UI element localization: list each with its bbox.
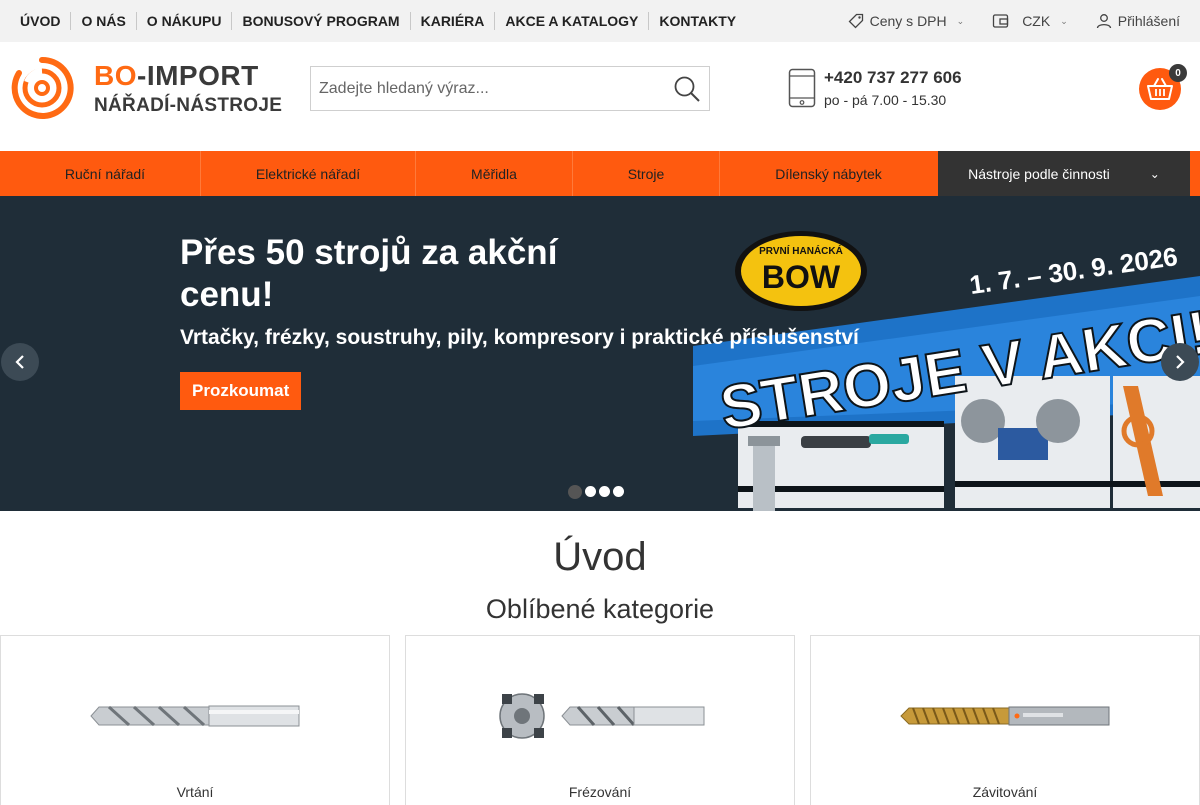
category-card-image — [811, 686, 1199, 746]
phone-number: +420 737 277 606 — [824, 68, 962, 87]
drill-bit-icon — [90, 705, 300, 727]
category-card-label: Závitování — [972, 784, 1038, 800]
carousel-next-button[interactable] — [1161, 343, 1199, 381]
price-tag-icon — [848, 13, 863, 29]
category-by-activity-label: Nástroje podle činnosti — [968, 165, 1110, 182]
carousel-dot-2[interactable] — [585, 486, 596, 497]
logo-import: IMPORT — [146, 59, 259, 91]
category-by-activity-dropdown[interactable]: Nástroje podle činnosti ⌄ — [938, 151, 1190, 196]
cart-button[interactable]: 0 — [1139, 64, 1187, 110]
chevron-down-icon: ⌄ — [1060, 15, 1068, 26]
category-stroje[interactable]: Stroje — [572, 151, 719, 196]
prices-vat-label: Ceny s DPH — [869, 13, 947, 29]
hero-banner: PRVNÍ HANÁCKÁ BOW 1. 7. – 30. 9. 2026 ST… — [0, 196, 1200, 511]
category-card-frezovani[interactable]: Frézování — [405, 635, 795, 805]
topnav-o-nas[interactable]: O NÁS — [70, 12, 135, 30]
top-bar: ÚVOD O NÁS O NÁKUPU BONUSOVÝ PROGRAM KAR… — [0, 0, 1200, 42]
cart-count-badge: 0 — [1169, 64, 1187, 82]
topnav-bonusovy-program[interactable]: BONUSOVÝ PROGRAM — [231, 12, 409, 30]
milling-cutter-icon — [499, 693, 705, 739]
currency-dropdown[interactable]: CZK ⌄ — [992, 13, 1068, 29]
category-card-label: Vrtání — [176, 784, 214, 800]
hero-subtitle: Vrtačky, frézky, soustruhy, pily, kompre… — [180, 326, 859, 349]
search-box — [310, 66, 710, 111]
category-card-image — [406, 686, 794, 746]
logo-text: BO-IMPORT NÁŘADÍ-NÁSTROJE — [94, 59, 283, 116]
category-elektricke-naradi[interactable]: Elektrické nářadí — [200, 151, 415, 196]
category-meridla[interactable]: Měřidla — [415, 151, 572, 196]
contact-phone[interactable]: +420 737 277 606 po - pá 7.00 - 15.30 — [788, 68, 962, 108]
logo[interactable]: BO-IMPORT NÁŘADÍ-NÁSTROJE — [10, 56, 282, 120]
category-card-vrtani[interactable]: Vrtání — [0, 635, 390, 805]
topnav-kontakty[interactable]: KONTAKTY — [648, 12, 746, 30]
category-card-image — [1, 686, 389, 746]
promo-brand-top: PRVNÍ HANÁCKÁ — [759, 244, 843, 257]
carousel-prev-button[interactable] — [1, 343, 39, 381]
section-title: Oblíbené kategorie — [485, 594, 715, 624]
category-rucni-naradi[interactable]: Ruční nářadí — [10, 151, 200, 196]
top-nav: ÚVOD O NÁS O NÁKUPU BONUSOVÝ PROGRAM KAR… — [20, 12, 746, 30]
carousel-dots — [568, 485, 624, 499]
logo-mark-icon — [11, 56, 74, 119]
topnav-kariera[interactable]: KARIÉRA — [409, 12, 495, 30]
wallet-icon — [993, 14, 1009, 28]
prices-vat-dropdown[interactable]: Ceny s DPH ⌄ — [848, 13, 965, 29]
logo-tagline: NÁŘADÍ-NÁSTROJE — [94, 94, 283, 116]
page-title: Úvod — [553, 535, 647, 579]
explore-button[interactable]: Prozkoumat — [180, 372, 302, 410]
chevron-down-icon: ⌄ — [1149, 166, 1160, 181]
category-nav: Ruční nářadí Elektrické nářadí Měřidla S… — [0, 151, 1200, 196]
login-label: Přihlášení — [1117, 13, 1180, 29]
chevron-right-icon — [1176, 355, 1185, 369]
user-icon — [1096, 14, 1111, 29]
search-button[interactable] — [665, 67, 709, 110]
opening-hours: po - pá 7.00 - 15.30 — [824, 92, 947, 108]
topnav-o-nakupu[interactable]: O NÁKUPU — [135, 12, 232, 30]
carousel-dot-1[interactable] — [568, 485, 582, 499]
top-right-tools: Ceny s DPH ⌄ CZK ⌄ Přihlášení — [848, 13, 1180, 29]
search-input[interactable] — [311, 67, 665, 110]
category-card-zavitovani[interactable]: Závitování — [810, 635, 1200, 805]
chevron-left-icon — [15, 355, 24, 369]
category-dilensky-nabytek[interactable]: Dílenský nábytek — [719, 151, 937, 196]
topnav-uvod[interactable]: ÚVOD — [20, 12, 70, 30]
carousel-dot-3[interactable] — [599, 486, 610, 497]
chevron-down-icon: ⌄ — [956, 15, 965, 26]
hero-title: Přes 50 strojů za akční cenu! — [180, 233, 558, 314]
tap-icon — [900, 706, 1110, 726]
mobile-phone-icon — [788, 68, 816, 108]
logo-bo: BO — [94, 59, 137, 91]
site-header: BO-IMPORT NÁŘADÍ-NÁSTROJE +420 737 277 6… — [0, 42, 1200, 151]
currency-label: CZK — [1022, 13, 1051, 29]
favorite-categories: Vrtání Frézování Závitování — [0, 635, 1200, 805]
category-card-label: Frézování — [568, 784, 632, 800]
basket-icon — [1147, 78, 1173, 100]
promo-brand: BOW — [762, 259, 841, 295]
logo-dash: - — [137, 59, 147, 91]
promo-image[interactable]: PRVNÍ HANÁCKÁ BOW 1. 7. – 30. 9. 2026 ST… — [693, 196, 1200, 511]
login-link[interactable]: Přihlášení — [1096, 13, 1180, 29]
search-icon — [674, 76, 700, 102]
topnav-akce-katalogy[interactable]: AKCE A KATALOGY — [494, 12, 648, 30]
carousel-dot-4[interactable] — [613, 486, 624, 497]
